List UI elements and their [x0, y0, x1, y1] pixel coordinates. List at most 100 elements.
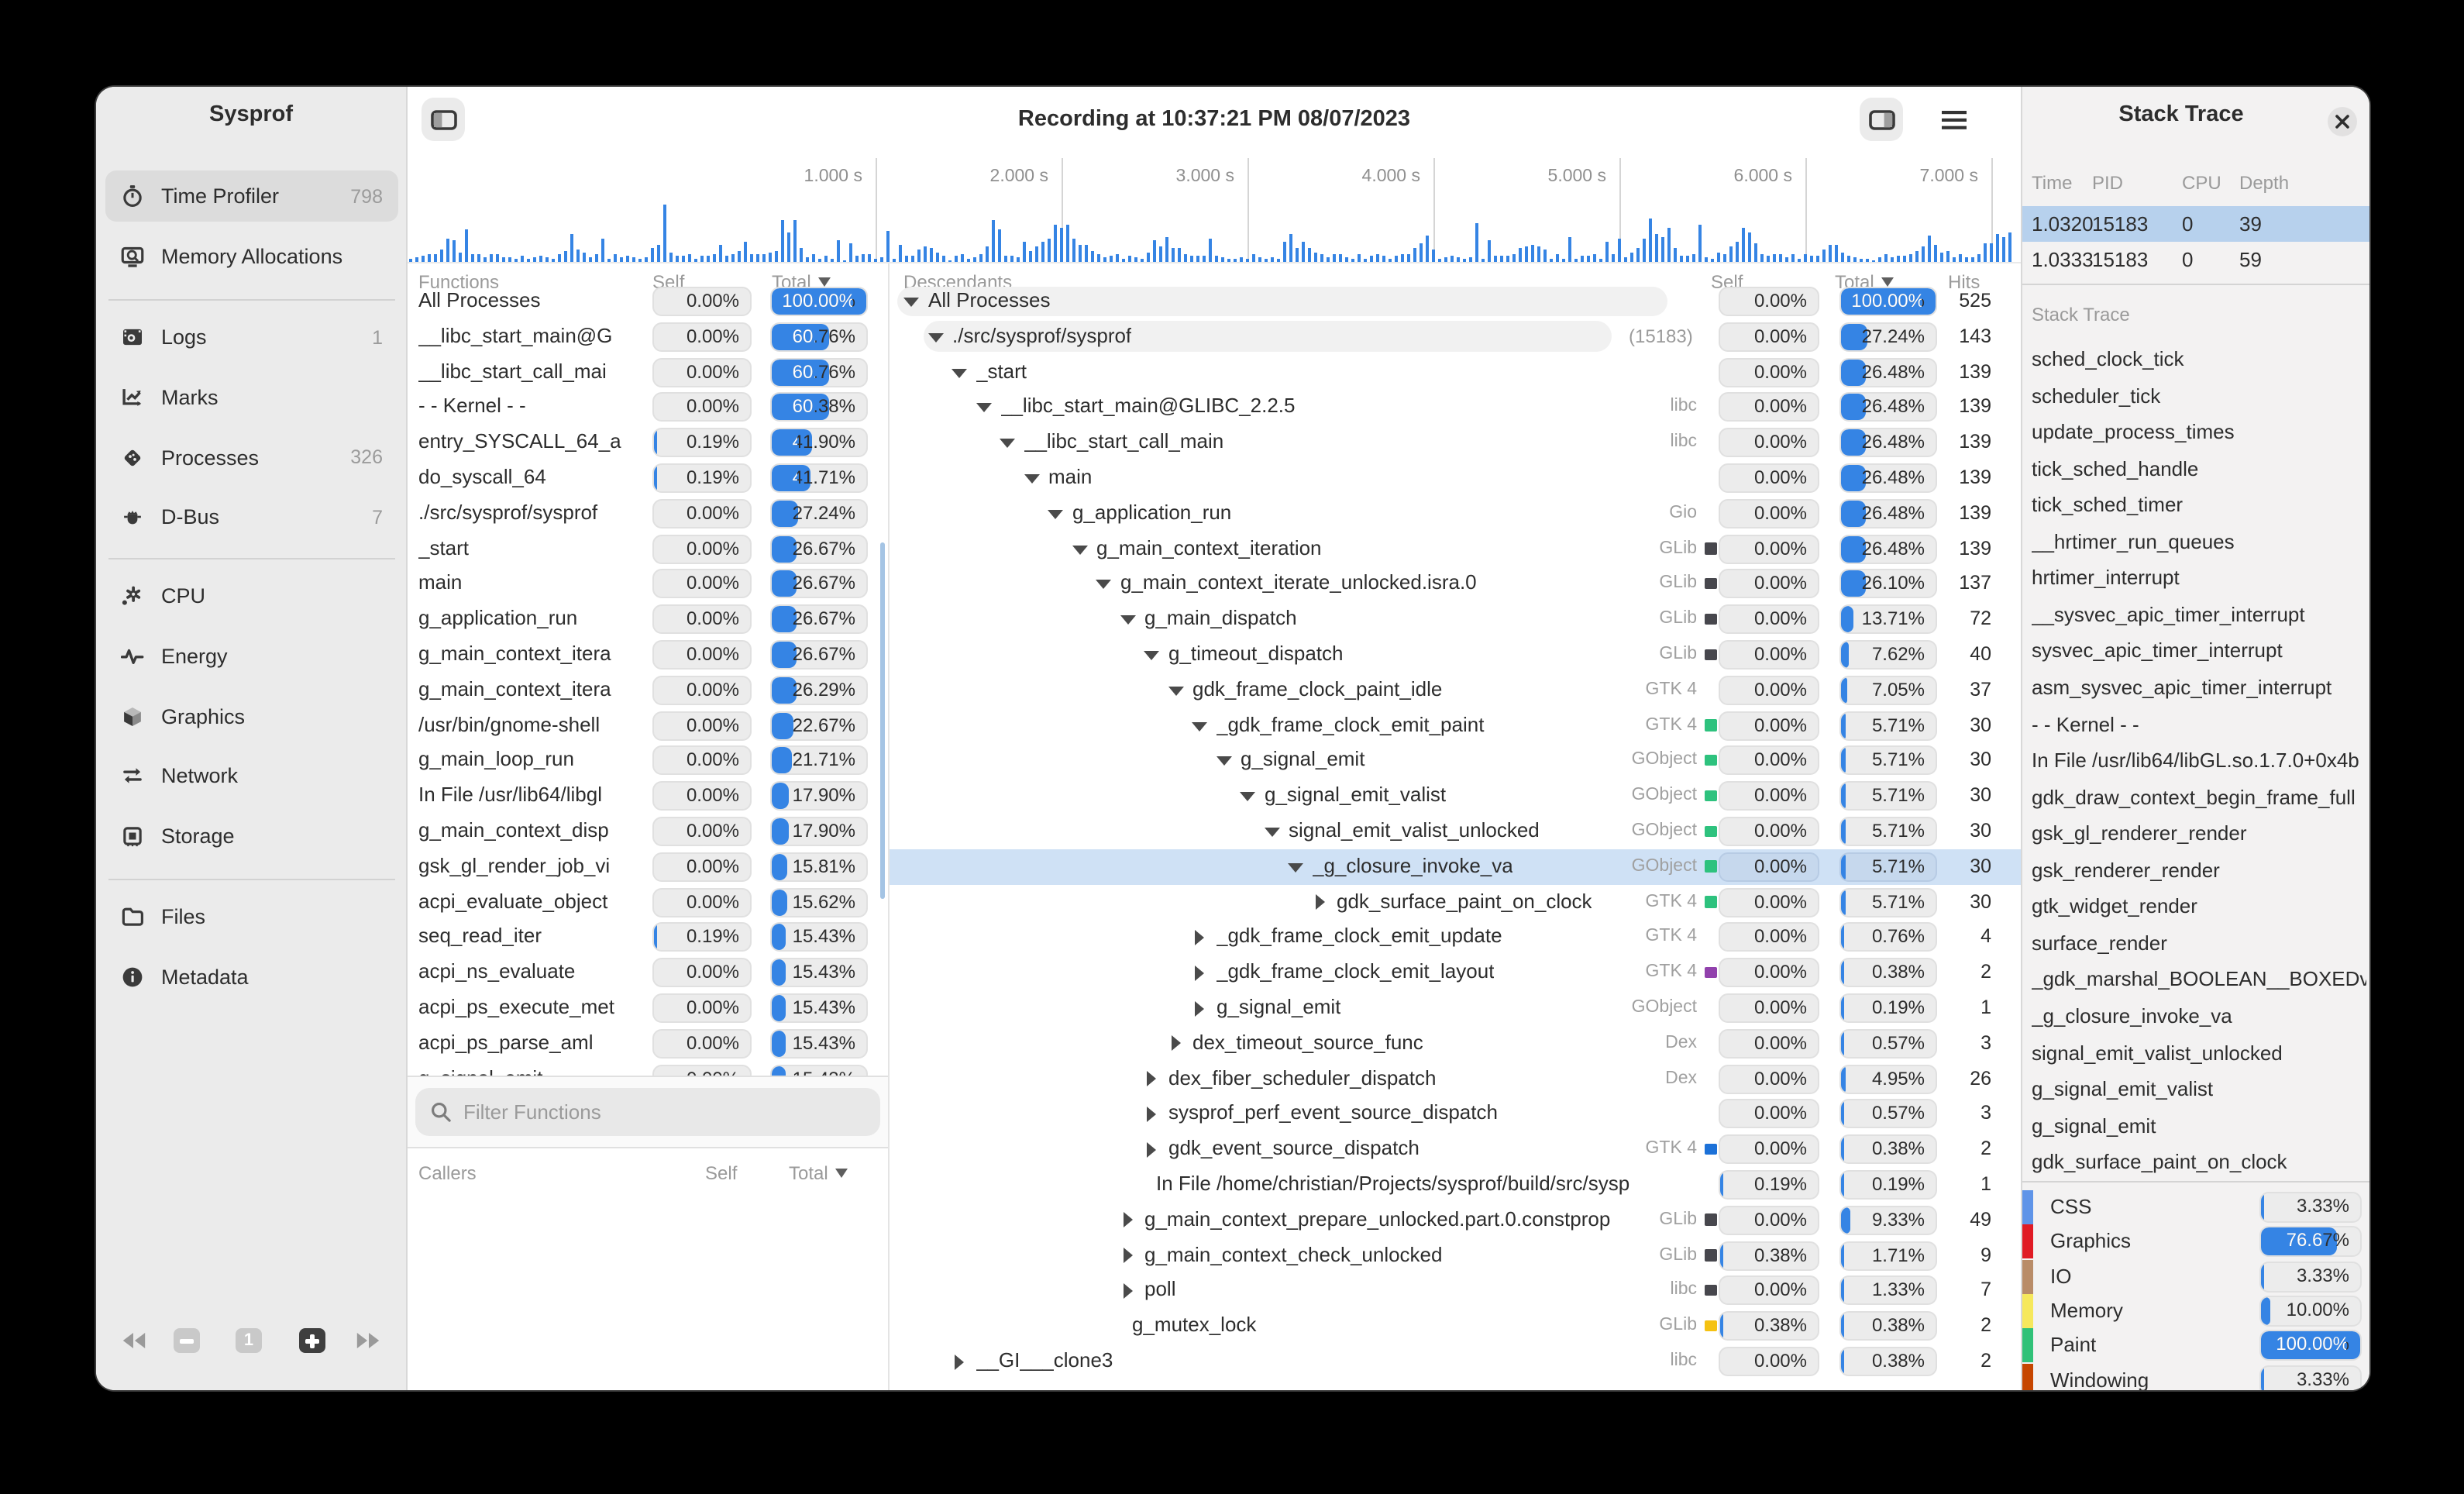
function-row[interactable]: ./src/sysprof/sysprof0.00%27.24%27.24%	[408, 496, 888, 532]
function-row[interactable]: do_syscall_640.19%0.19%41.71%41.71%	[408, 460, 888, 496]
descendant-row[interactable]: g_signal_emitGObject0.00%0.19%0.19%1	[890, 990, 2021, 1026]
descendant-row[interactable]: dex_fiber_scheduler_dispatchDex0.00%4.95…	[890, 1061, 2021, 1096]
zoom-level-button[interactable]: 1	[236, 1328, 262, 1353]
descendant-row[interactable]: _gdk_frame_clock_emit_layoutGTK 40.00%0.…	[890, 955, 2021, 990]
function-row[interactable]: - - Kernel - -0.00%60.38%60.38%	[408, 390, 888, 425]
expander-open-icon[interactable]	[1240, 792, 1255, 801]
descendant-row[interactable]: g_main_context_iterationGLib0.00%26.48%2…	[890, 531, 2021, 566]
expander-open-icon[interactable]	[1072, 545, 1087, 554]
expander-closed-icon[interactable]	[1195, 930, 1204, 945]
sidebar-item-memory-allocations[interactable]: Memory Allocations	[105, 231, 398, 282]
sidebar-item-cpu[interactable]: CPU	[105, 570, 398, 621]
callers-column-header[interactable]: Callers	[418, 1162, 477, 1184]
stack-frame[interactable]: gsk_gl_renderer_render	[2032, 815, 2366, 852]
filter-functions-input[interactable]: Filter Functions	[415, 1088, 880, 1136]
descendant-row[interactable]: gdk_surface_paint_on_clockGTK 40.00%5.71…	[890, 884, 2021, 920]
stack-frame[interactable]: surface_render	[2032, 925, 2366, 962]
stack-frame[interactable]: gtk_widget_render	[2032, 889, 2366, 925]
descendant-row[interactable]: g_timeout_dispatchGLib0.00%7.62%7.62%40	[890, 637, 2021, 673]
expander-closed-icon[interactable]	[1147, 1107, 1156, 1122]
function-row[interactable]: g_main_context_disp0.00%17.90%17.90%	[408, 814, 888, 849]
function-row[interactable]: entry_SYSCALL_64_a0.19%0.19%41.90%41.90%	[408, 425, 888, 460]
expander-closed-icon[interactable]	[1123, 1213, 1132, 1228]
descendant-row[interactable]: ./src/sysprof/sysprof(15183)0.00%27.24%2…	[890, 319, 2021, 355]
expander-open-icon[interactable]	[1048, 510, 1063, 519]
descendant-row[interactable]: _g_closure_invoke_vaGObject0.00%5.71%5.7…	[890, 849, 2021, 885]
expander-closed-icon[interactable]	[955, 1354, 964, 1369]
expander-open-icon[interactable]	[1264, 828, 1279, 837]
function-row[interactable]: acpi_ps_execute_met0.00%15.43%15.43%	[408, 990, 888, 1026]
descendant-row[interactable]: g_main_context_prepare_unlocked.part.0.c…	[890, 1203, 2021, 1238]
function-row[interactable]: g_main_loop_run0.00%21.71%21.71%	[408, 743, 888, 779]
expander-open-icon[interactable]	[1144, 651, 1159, 660]
descendant-row[interactable]: sysprof_perf_event_source_dispatch0.00%0…	[890, 1096, 2021, 1132]
expander-open-icon[interactable]	[976, 404, 991, 413]
function-row[interactable]: main0.00%26.67%26.67%	[408, 566, 888, 602]
samples-depth-header[interactable]: Depth	[2239, 172, 2289, 194]
descendant-row[interactable]: g_signal_emit_valistGObject0.00%5.71%5.7…	[890, 778, 2021, 814]
sidebar-item-network[interactable]: Network	[105, 751, 398, 802]
descendant-row[interactable]: _gdk_frame_clock_emit_paintGTK 40.00%5.7…	[890, 707, 2021, 743]
stack-frame[interactable]: _g_closure_invoke_va	[2032, 998, 2366, 1034]
expander-open-icon[interactable]	[1216, 757, 1231, 766]
descendant-row[interactable]: g_application_runGio0.00%26.48%26.48%139	[890, 496, 2021, 532]
sidebar-item-files[interactable]: Files	[105, 891, 398, 942]
expander-open-icon[interactable]	[952, 368, 967, 377]
expander-open-icon[interactable]	[1024, 474, 1039, 484]
descendant-row[interactable]: gdk_event_source_dispatchGTK 40.00%0.38%…	[890, 1131, 2021, 1167]
expander-open-icon[interactable]	[1192, 721, 1207, 731]
descendant-row[interactable]: In File /home/christian/Projects/sysprof…	[890, 1167, 2021, 1203]
expander-closed-icon[interactable]	[1123, 1283, 1132, 1299]
function-row[interactable]: acpi_evaluate_object0.00%15.62%15.62%	[408, 884, 888, 920]
function-row[interactable]: _start0.00%26.67%26.67%	[408, 531, 888, 566]
expander-closed-icon[interactable]	[1315, 894, 1324, 910]
function-row[interactable]: __libc_start_main@G0.00%60.76%60.76%	[408, 319, 888, 355]
sidebar-item-marks[interactable]: Marks	[105, 372, 398, 423]
stack-frame[interactable]: g_signal_emit	[2032, 1107, 2366, 1144]
stack-frame[interactable]: signal_emit_valist_unlocked	[2032, 1034, 2366, 1071]
function-row[interactable]: gsk_gl_render_job_vi0.00%15.81%15.81%	[408, 849, 888, 885]
menu-button[interactable]	[1932, 98, 1976, 141]
sidebar-item-metadata[interactable]: Metadata	[105, 952, 398, 1003]
function-row[interactable]: g_main_context_itera0.00%26.29%26.29%	[408, 673, 888, 708]
function-row[interactable]: All Processes0.00%100.00%100.00%	[408, 284, 888, 319]
sidebar-item-energy[interactable]: Energy	[105, 631, 398, 682]
close-panel-button[interactable]	[2328, 107, 2357, 136]
stack-frame[interactable]: __sysvec_apic_timer_interrupt	[2032, 597, 2366, 633]
stack-frame[interactable]: tick_sched_timer	[2032, 487, 2366, 523]
stack-frame[interactable]: gdk_draw_context_begin_frame_full	[2032, 779, 2366, 815]
descendant-row[interactable]: All Processes0.00%100.00%100.00%525	[890, 284, 2021, 319]
stack-frame[interactable]: asm_sysvec_apic_timer_interrupt	[2032, 670, 2366, 706]
stack-frame[interactable]: _gdk_marshal_BOOLEAN__BOXEDv	[2032, 962, 2366, 998]
sidebar-item-processes[interactable]: Processes326	[105, 432, 398, 483]
descendant-row[interactable]: __GI___clone3libc0.00%0.38%0.38%2	[890, 1344, 2021, 1379]
sample-row[interactable]: 1.033315183059	[2022, 242, 2369, 277]
function-row[interactable]: /usr/bin/gnome-shell0.00%22.67%22.67%	[408, 707, 888, 743]
jump-back-button[interactable]	[118, 1328, 149, 1353]
sample-row[interactable]: 1.032015183039	[2022, 206, 2369, 242]
expander-open-icon[interactable]	[1000, 439, 1015, 448]
stack-frame[interactable]: - - Kernel - -	[2032, 706, 2366, 742]
sidebar-item-logs[interactable]: Logs1	[105, 312, 398, 363]
expander-open-icon[interactable]	[903, 298, 919, 307]
descendant-row[interactable]: __libc_start_call_mainlibc0.00%26.48%26.…	[890, 425, 2021, 460]
zoom-in-button[interactable]	[299, 1328, 325, 1353]
stack-frame[interactable]: hrtimer_interrupt	[2032, 560, 2366, 597]
stack-frame[interactable]: sched_clock_tick	[2032, 341, 2366, 377]
descendant-row[interactable]: g_main_dispatchGLib0.00%13.71%13.71%72	[890, 601, 2021, 637]
function-row[interactable]: g_application_run0.00%26.67%26.67%	[408, 601, 888, 637]
functions-scrollbar[interactable]	[880, 542, 885, 899]
descendant-row[interactable]: g_mutex_lockGLib0.38%0.38%0.38%0.38%2	[890, 1308, 2021, 1344]
expander-open-icon[interactable]	[1096, 580, 1111, 590]
sidebar-item-time-profiler[interactable]: Time Profiler798	[105, 170, 398, 222]
expander-closed-icon[interactable]	[1147, 1141, 1156, 1157]
stack-frame[interactable]: update_process_times	[2032, 414, 2366, 450]
zoom-out-button[interactable]	[174, 1328, 200, 1353]
function-row[interactable]: __libc_start_call_mai0.00%60.76%60.76%	[408, 354, 888, 390]
descendant-row[interactable]: g_main_context_check_unlockedGLib0.38%0.…	[890, 1238, 2021, 1273]
descendant-row[interactable]: g_main_context_iterate_unlocked.isra.0GL…	[890, 566, 2021, 602]
callers-self-header[interactable]: Self	[705, 1162, 737, 1184]
expander-closed-icon[interactable]	[1147, 1071, 1156, 1086]
stack-frame[interactable]: g_signal_emit_valist	[2032, 1071, 2366, 1107]
descendant-row[interactable]: g_signal_emitGObject0.00%5.71%5.71%30	[890, 743, 2021, 779]
